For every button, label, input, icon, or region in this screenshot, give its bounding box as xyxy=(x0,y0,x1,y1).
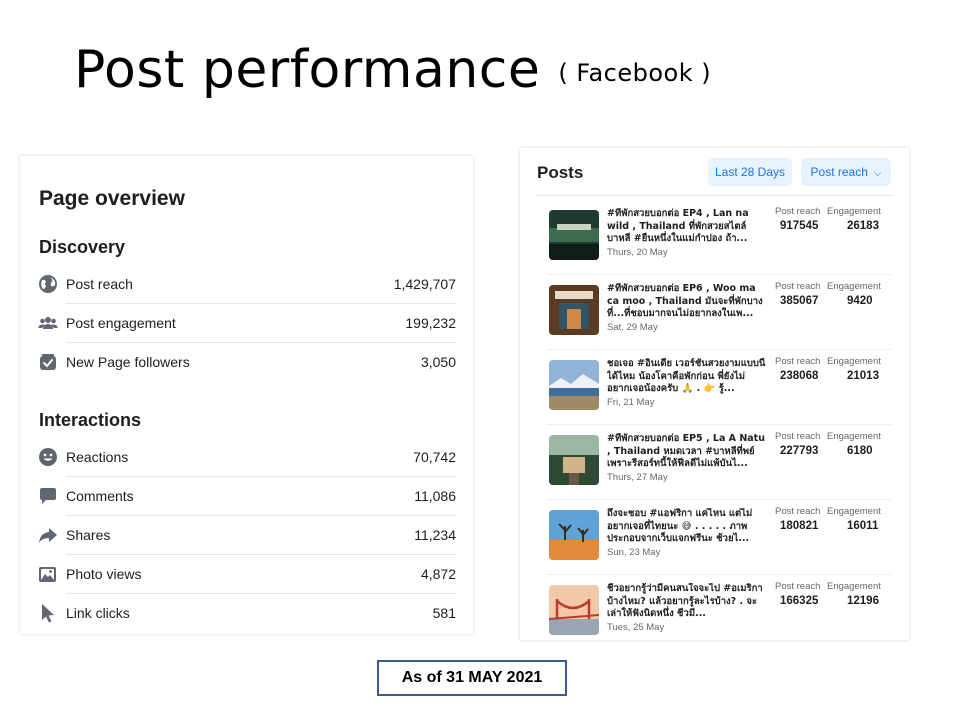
post-caption: #ที่พักสวยบอกต่อ EP4 , Lan na wild , Tha… xyxy=(607,208,749,244)
metric-value: 70,742 xyxy=(413,449,456,465)
engagement-value: 6180 xyxy=(847,445,873,457)
comment-icon xyxy=(40,488,56,504)
post-row[interactable]: ถึงจะชอบ #แอฟริกา แค่ไหน แต่ไม่อยากเจอที… xyxy=(537,500,899,575)
post-caption: #ที่พักสวยบอกต่อ EP5 , La A Natu , Thail… xyxy=(607,433,765,469)
metric-value: 1,429,707 xyxy=(393,276,456,292)
slide-title: Post performance ( Facebook ) xyxy=(74,40,711,100)
reach-value: 180821 xyxy=(780,520,819,532)
post-caption: ชีวอยากรู้ว่ามีคนสนใจจะไป #อเมริกา บ้างไ… xyxy=(607,583,763,619)
people-icon xyxy=(38,317,58,329)
metric-row-link-clicks[interactable]: Link clicks 581 xyxy=(38,594,456,633)
metric-row-post-reach[interactable]: Post reach 1,429,707 xyxy=(38,265,456,304)
metric-row-shares[interactable]: Shares 11,234 xyxy=(38,516,456,555)
page-overview-panel: Page overview Discovery Post reach 1,429… xyxy=(20,156,473,634)
engagement-header: Engagement xyxy=(827,431,881,442)
reach-header: Post reach xyxy=(775,506,821,517)
metric-row-new-page-followers[interactable]: New Page followers 3,050 xyxy=(38,343,456,382)
reach-value: 227793 xyxy=(780,445,819,457)
post-date: Sat, 29 May xyxy=(607,322,658,333)
interactions-heading: Interactions xyxy=(39,410,142,430)
engagement-value: 12196 xyxy=(847,595,879,607)
follow-check-icon xyxy=(40,354,56,370)
post-row[interactable]: #ที่พักสวยบอกต่อ EP6 , Woo ma ca moo , T… xyxy=(537,275,899,350)
metric-label: New Page followers xyxy=(66,354,190,370)
metric-label: Post reach xyxy=(66,276,133,292)
reach-value: 385067 xyxy=(780,295,819,307)
engagement-value: 16011 xyxy=(847,520,879,532)
metric-label: Post engagement xyxy=(66,315,176,331)
post-row[interactable]: ชอเจอ #อินเดีย เวอร์ชั่นสวยงามแบบนี้ได้ไ… xyxy=(537,350,899,425)
post-thumbnail xyxy=(549,585,599,635)
chevron-down-icon: ⌵ xyxy=(873,168,882,179)
metric-label: Link clicks xyxy=(66,605,130,621)
reach-header: Post reach xyxy=(775,281,821,292)
post-date: Fri, 21 May xyxy=(607,397,655,408)
slide-subtitle: ( Facebook ) xyxy=(558,59,712,87)
post-caption: #ที่พักสวยบอกต่อ EP6 , Woo ma ca moo , T… xyxy=(607,283,763,319)
engagement-header: Engagement xyxy=(827,206,881,217)
engagement-value: 9420 xyxy=(847,295,873,307)
as-of-date-text: As of 31 MAY 2021 xyxy=(401,669,543,686)
metric-value: 199,232 xyxy=(405,315,456,331)
engagement-value: 21013 xyxy=(847,370,879,382)
post-date: Thurs, 27 May xyxy=(607,472,668,483)
post-date: Thurs, 20 May xyxy=(607,247,668,258)
post-row[interactable]: ชีวอยากรู้ว่ามีคนสนใจจะไป #อเมริกา บ้างไ… xyxy=(537,575,899,640)
metric-label: Comments xyxy=(66,488,134,504)
metric-row-reactions[interactable]: Reactions 70,742 xyxy=(38,438,456,477)
slide-title-text: Post performance xyxy=(74,40,541,100)
posts-heading: Posts xyxy=(537,163,584,182)
date-range-button[interactable]: Last 28 Days xyxy=(708,158,792,186)
metric-value: 581 xyxy=(432,605,456,621)
post-row[interactable]: #ที่พักสวยบอกต่อ EP4 , Lan na wild , Tha… xyxy=(537,200,899,275)
post-thumbnail xyxy=(549,360,599,410)
engagement-header: Engagement xyxy=(827,581,881,592)
metric-row-photo-views[interactable]: Photo views 4,872 xyxy=(38,555,456,594)
reach-header: Post reach xyxy=(775,581,821,592)
date-range-label: Last 28 Days xyxy=(714,165,786,179)
metric-value: 3,050 xyxy=(420,354,456,370)
reach-header: Post reach xyxy=(775,356,821,367)
metric-row-comments[interactable]: Comments 11,086 xyxy=(38,477,456,516)
metric-row-post-engagement[interactable]: Post engagement 199,232 xyxy=(38,304,456,343)
post-thumbnail xyxy=(549,435,599,485)
engagement-header: Engagement xyxy=(827,281,881,292)
photo-icon xyxy=(39,567,56,582)
page-overview-heading: Page overview xyxy=(39,187,185,210)
post-date: Tues, 25 May xyxy=(607,622,665,633)
cursor-icon xyxy=(42,604,54,623)
share-arrow-icon xyxy=(39,528,57,543)
post-thumbnail xyxy=(549,285,599,335)
metric-label: Photo views xyxy=(66,566,142,582)
metric-label: Reactions xyxy=(66,449,129,465)
posts-panel: Posts Last 28 Days Post reach ⌵ #ที่พักสว… xyxy=(520,148,909,640)
post-date: Sun, 23 May xyxy=(607,547,661,558)
post-thumbnail xyxy=(549,210,599,260)
globe-icon xyxy=(39,275,57,293)
post-caption: ถึงจะชอบ #แอฟริกา แค่ไหน แต่ไม่อยากเจอที… xyxy=(607,508,753,544)
metric-value: 11,234 xyxy=(414,527,456,543)
metric-dropdown-label: Post reach xyxy=(810,165,868,179)
reach-value: 238068 xyxy=(780,370,819,382)
metric-value: 11,086 xyxy=(414,488,456,504)
engagement-value: 26183 xyxy=(847,220,879,232)
post-caption: ชอเจอ #อินเดีย เวอร์ชั่นสวยงามแบบนี้ได้ไ… xyxy=(607,358,766,394)
smiley-icon xyxy=(39,448,57,466)
reach-value: 166325 xyxy=(780,595,819,607)
reach-header: Post reach xyxy=(775,206,821,217)
reach-value: 917545 xyxy=(780,220,819,232)
metric-label: Shares xyxy=(66,527,111,543)
as-of-date-box: As of 31 MAY 2021 xyxy=(377,660,567,696)
post-thumbnail xyxy=(549,510,599,560)
metric-value: 4,872 xyxy=(420,566,456,582)
header-divider xyxy=(537,195,892,196)
metric-dropdown[interactable]: Post reach ⌵ xyxy=(801,158,891,186)
reach-header: Post reach xyxy=(775,431,821,442)
engagement-header: Engagement xyxy=(827,506,881,517)
post-row[interactable]: #ที่พักสวยบอกต่อ EP5 , La A Natu , Thail… xyxy=(537,425,899,500)
discovery-heading: Discovery xyxy=(39,237,126,257)
engagement-header: Engagement xyxy=(827,356,881,367)
